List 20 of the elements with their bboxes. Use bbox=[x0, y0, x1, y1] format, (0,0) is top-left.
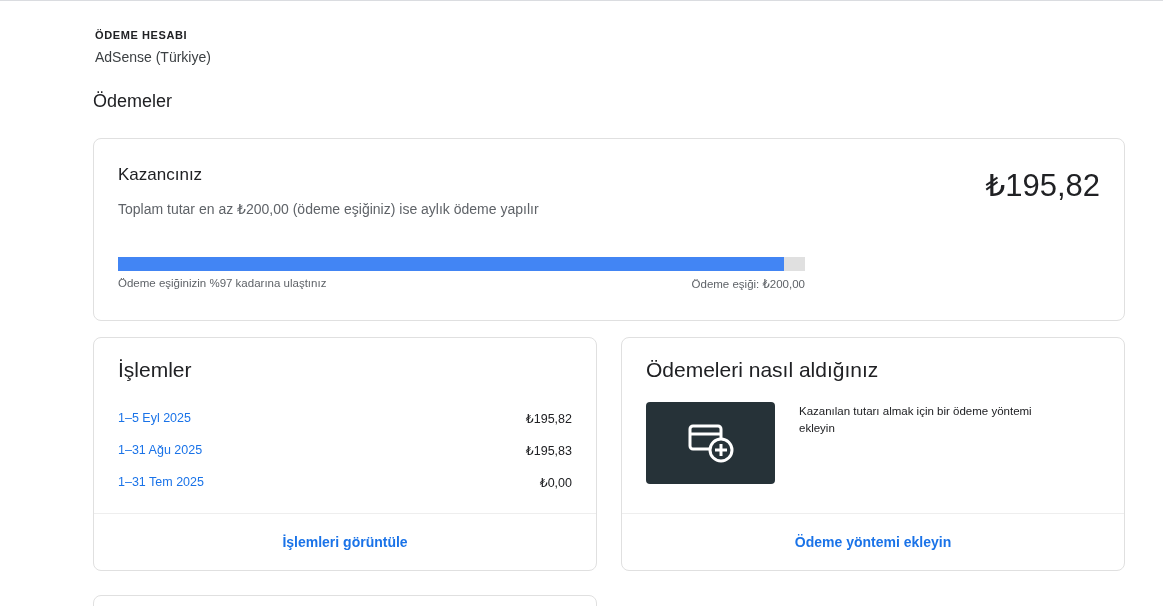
description: Kazanılan tutarı almak için bir ödeme yöntemi ekleyin bbox=[799, 404, 1033, 436]
account-name: AdSense (Türkiye) bbox=[95, 49, 212, 65]
account-label: ÖDEME HESABI bbox=[95, 29, 189, 41]
amount-text: ₺195,82 bbox=[525, 410, 572, 426]
amount-text: ₺0,00 bbox=[539, 474, 572, 490]
earnings-amount: ₺195,82 bbox=[985, 167, 1100, 205]
period-link[interactable]: 1–31 Tem 2025 bbox=[118, 475, 204, 489]
add-payment-method-link[interactable]: Ödeme yöntemi ekleyin bbox=[794, 534, 952, 550]
card-title: Ödemeleri nasıl aldığınız bbox=[646, 358, 880, 382]
progress-text: Ödeme eşiğinizin %97 kadarına ulaştınız bbox=[118, 277, 327, 291]
view-transactions-link[interactable]: İşlemleri görüntüle bbox=[282, 534, 408, 550]
card-title: Kazancınız bbox=[118, 165, 204, 185]
threshold-text: Ödeme eşiği: ₺200,00 bbox=[691, 277, 805, 291]
card-title: İşlemler bbox=[118, 358, 193, 382]
add-card-icon bbox=[686, 423, 735, 463]
period-link[interactable]: 1–5 Eyl 2025 bbox=[118, 411, 191, 425]
section-title: Ödemeler bbox=[93, 91, 174, 112]
amount-text: ₺195,83 bbox=[525, 442, 572, 458]
description: Toplam tutar en az ₺200,00 (ödeme eşiğiniz) ise aylık ödeme yapılır bbox=[118, 201, 539, 217]
period-link[interactable]: 1–31 Ağu 2025 bbox=[118, 443, 203, 457]
